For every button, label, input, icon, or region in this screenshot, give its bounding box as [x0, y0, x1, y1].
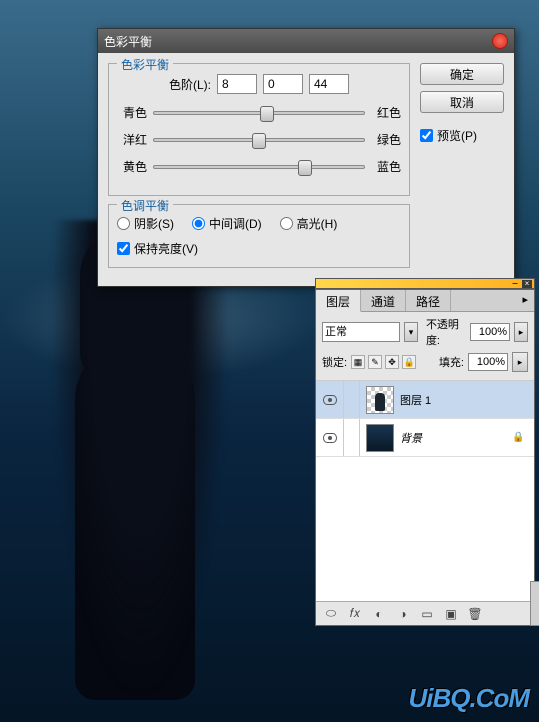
panel-footer: ⬭ 𝑓𝑥 ◐ ◑ ▭ ▣ 🗑 — [316, 601, 534, 625]
tone-balance-group: 色调平衡 阴影(S) 中间调(D) 高光(H) — [108, 204, 410, 268]
slider-right-0: 红色 — [371, 104, 401, 121]
slider-thumb-1[interactable] — [252, 133, 266, 149]
slider-left-1: 洋红 — [117, 131, 147, 148]
tone-midtones[interactable]: 中间调(D) — [192, 215, 262, 232]
panel-topbar[interactable]: – × — [315, 278, 535, 289]
layers-panel: 图层 通道 路径 ▸ 正常 ▾ 不透明度: ▸ 锁定: ▦ ✎ ✥ 🔒 — [315, 289, 535, 626]
tone-shadows-label: 阴影(S) — [134, 215, 174, 232]
slider-left-2: 黄色 — [117, 158, 147, 175]
adjustment-layer-icon[interactable]: ◑ — [392, 605, 414, 623]
layer-name[interactable]: 背景 — [400, 430, 512, 446]
eye-icon — [323, 395, 337, 405]
slider-track-2[interactable] — [153, 165, 365, 169]
slider-track-0[interactable] — [153, 111, 365, 115]
link-layers-icon[interactable]: ⬭ — [320, 605, 342, 623]
layer-style-icon[interactable]: 𝑓𝑥 — [344, 605, 366, 623]
link-col[interactable] — [344, 381, 360, 418]
panel-tabs: 图层 通道 路径 ▸ — [316, 290, 534, 312]
tone-balance-legend: 色调平衡 — [117, 197, 173, 214]
tab-channels[interactable]: 通道 — [361, 290, 406, 311]
fill-input[interactable] — [468, 353, 508, 371]
tone-highlights-label: 高光(H) — [297, 215, 338, 232]
dialog-titlebar[interactable]: 色彩平衡 — [98, 29, 514, 53]
preview-check[interactable]: 预览(P) — [420, 127, 504, 144]
visibility-toggle[interactable] — [316, 419, 344, 456]
opacity-input[interactable] — [470, 323, 510, 341]
opacity-chevron-icon[interactable]: ▸ — [514, 322, 528, 342]
new-group-icon[interactable]: ▭ — [416, 605, 438, 623]
lock-pixels-icon[interactable]: ✎ — [368, 355, 382, 369]
tone-shadows-radio[interactable] — [117, 217, 130, 230]
lock-all-icon[interactable]: 🔒 — [402, 355, 416, 369]
tone-midtones-label: 中间调(D) — [209, 215, 262, 232]
slider-thumb-2[interactable] — [298, 160, 312, 176]
tab-layers[interactable]: 图层 — [316, 290, 361, 312]
eye-icon — [323, 433, 337, 443]
level-input-1[interactable] — [263, 74, 303, 94]
lock-position-icon[interactable]: ✥ — [385, 355, 399, 369]
preserve-luminosity[interactable]: 保持亮度(V) — [117, 240, 401, 257]
layers-list: 图层 1 背景 🔒 — [316, 381, 534, 601]
color-balance-legend: 色彩平衡 — [117, 56, 173, 73]
slider-track-1[interactable] — [153, 138, 365, 142]
panel-resize-handle[interactable] — [530, 581, 539, 626]
slider-right-2: 蓝色 — [371, 158, 401, 175]
preview-checkbox[interactable] — [420, 129, 433, 142]
preserve-luminosity-checkbox[interactable] — [117, 242, 130, 255]
dialog-title: 色彩平衡 — [104, 33, 492, 50]
slider-left-0: 青色 — [117, 104, 147, 121]
panel-close-icon[interactable]: × — [522, 280, 532, 288]
bg-figure — [50, 220, 230, 700]
lock-label: 锁定: — [322, 354, 347, 370]
tone-shadows[interactable]: 阴影(S) — [117, 215, 174, 232]
link-col[interactable] — [344, 419, 360, 456]
lock-indicator-icon: 🔒 — [512, 432, 524, 444]
layer-thumbnail[interactable] — [366, 386, 394, 414]
new-layer-icon[interactable]: ▣ — [440, 605, 462, 623]
level-input-0[interactable] — [217, 74, 257, 94]
layer-mask-icon[interactable]: ◐ — [368, 605, 390, 623]
tone-midtones-radio[interactable] — [192, 217, 205, 230]
slider-right-1: 绿色 — [371, 131, 401, 148]
color-balance-group: 色彩平衡 色阶(L): 青色 红色 洋红 绿色 — [108, 63, 410, 196]
lock-transparency-icon[interactable]: ▦ — [351, 355, 365, 369]
visibility-toggle[interactable] — [316, 381, 344, 418]
tone-highlights[interactable]: 高光(H) — [280, 215, 338, 232]
layers-panel-wrapper: – × 图层 通道 路径 ▸ 正常 ▾ 不透明度: ▸ 锁定: ▦ ✎ — [315, 278, 535, 626]
close-icon[interactable] — [492, 33, 508, 49]
tab-paths[interactable]: 路径 — [406, 290, 451, 311]
delete-layer-icon[interactable]: 🗑 — [464, 605, 486, 623]
cancel-button[interactable]: 取消 — [420, 91, 504, 113]
minimize-icon[interactable]: – — [510, 280, 520, 288]
blend-mode-select[interactable]: 正常 — [322, 322, 400, 342]
layer-name[interactable]: 图层 1 — [400, 392, 534, 408]
layer-row[interactable]: 背景 🔒 — [316, 419, 534, 457]
panel-menu-icon[interactable]: ▸ — [516, 290, 534, 311]
level-input-2[interactable] — [309, 74, 349, 94]
tone-highlights-radio[interactable] — [280, 217, 293, 230]
fill-label: 填充: — [439, 354, 464, 370]
slider-thumb-0[interactable] — [260, 106, 274, 122]
layer-row[interactable]: 图层 1 — [316, 381, 534, 419]
ok-button[interactable]: 确定 — [420, 63, 504, 85]
preview-label: 预览(P) — [437, 127, 477, 144]
preserve-luminosity-label: 保持亮度(V) — [134, 240, 198, 257]
color-balance-dialog: 色彩平衡 色彩平衡 色阶(L): 青色 红色 洋红 — [97, 28, 515, 287]
watermark: UiBQ.CoM — [408, 683, 529, 714]
opacity-label: 不透明度: — [426, 316, 466, 348]
fill-chevron-icon[interactable]: ▸ — [512, 352, 528, 372]
layer-thumbnail[interactable] — [366, 424, 394, 452]
levels-label: 色阶(L): — [169, 76, 211, 93]
blend-dropdown-icon[interactable]: ▾ — [404, 322, 418, 342]
